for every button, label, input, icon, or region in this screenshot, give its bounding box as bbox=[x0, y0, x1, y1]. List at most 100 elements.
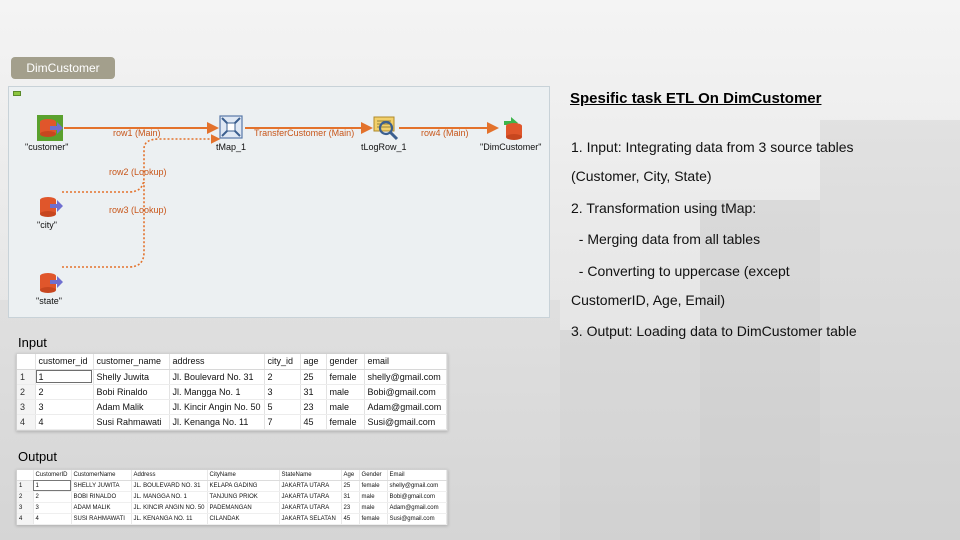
table-cell[interactable]: female bbox=[359, 513, 388, 525]
column-header[interactable]: CityName bbox=[207, 470, 280, 481]
table-cell[interactable]: Susi Rahmawati bbox=[93, 414, 170, 430]
table-cell[interactable]: Bobi Rinaldo bbox=[93, 384, 170, 400]
column-header[interactable]: city_id bbox=[264, 354, 301, 370]
column-header[interactable]: customer_name bbox=[93, 354, 170, 370]
table-cell[interactable]: 3 bbox=[264, 384, 301, 400]
table-cell[interactable]: CILANDAK bbox=[207, 513, 280, 525]
table-cell[interactable]: KELAPA GADING bbox=[207, 480, 280, 492]
table-row[interactable]: 4 4 Susi Rahmawati Jl. Kenanga No. 11 7 … bbox=[17, 414, 448, 430]
table-cell[interactable]: female bbox=[326, 414, 365, 430]
column-header[interactable]: CustomerID bbox=[33, 470, 72, 481]
table-cell[interactable]: 1 bbox=[35, 369, 94, 385]
table-cell[interactable]: Bobi@gmail.com bbox=[364, 384, 448, 400]
table-cell[interactable]: 4 bbox=[35, 414, 94, 430]
table-cell[interactable]: 23 bbox=[300, 399, 327, 415]
table-cell[interactable]: 31 bbox=[341, 491, 360, 503]
input-table[interactable]: customer_id customer_name address city_i… bbox=[16, 353, 448, 431]
table-cell[interactable]: Jl. Mangga No. 1 bbox=[169, 384, 265, 400]
table-row[interactable]: 3 3 Adam Malik Jl. Kincir Angin No. 50 5… bbox=[17, 399, 448, 415]
table-cell[interactable]: SHELLY JUWITA bbox=[71, 480, 132, 492]
table-cell[interactable]: 45 bbox=[300, 414, 327, 430]
table-cell[interactable]: JAKARTA SELATAN bbox=[279, 513, 342, 525]
table-cell[interactable]: TANJUNG PRIOK bbox=[207, 491, 280, 503]
table-cell[interactable]: Adam@gmail.com bbox=[387, 502, 448, 514]
table-row[interactable]: 1 1 SHELLY JUWITA JL. BOULEVARD NO. 31 K… bbox=[17, 480, 448, 492]
table-cell[interactable]: 2 bbox=[35, 384, 94, 400]
table-cell[interactable]: Jl. Boulevard No. 31 bbox=[169, 369, 265, 385]
table-cell[interactable]: JAKARTA UTARA bbox=[279, 480, 342, 492]
table-cell[interactable]: shelly@gmail.com bbox=[364, 369, 448, 385]
table-cell[interactable]: SUSI RAHMAWATI bbox=[71, 513, 132, 525]
table-cell[interactable]: Adam@gmail.com bbox=[364, 399, 448, 415]
table-cell[interactable]: PADEMANGAN bbox=[207, 502, 280, 514]
column-header[interactable]: CustomerName bbox=[71, 470, 132, 481]
table-row[interactable]: 2 2 Bobi Rinaldo Jl. Mangga No. 1 3 31 m… bbox=[17, 384, 448, 400]
table-cell[interactable]: JL. BOULEVARD NO. 31 bbox=[131, 480, 208, 492]
table-cell[interactable]: 1 bbox=[33, 480, 72, 492]
table-cell[interactable]: 7 bbox=[264, 414, 301, 430]
table-row[interactable]: 1 1 Shelly Juwita Jl. Boulevard No. 31 2… bbox=[17, 369, 448, 385]
column-header[interactable]: Address bbox=[131, 470, 208, 481]
table-row[interactable]: 3 3 ADAM MALIK JL. KINCIR ANGIN NO. 50 P… bbox=[17, 502, 448, 514]
column-header[interactable]: age bbox=[300, 354, 327, 370]
link-row2 bbox=[62, 134, 221, 193]
city-input-node[interactable] bbox=[37, 195, 63, 219]
table-cell[interactable]: 3 bbox=[33, 502, 72, 514]
table-cell[interactable]: Jl. Kenanga No. 11 bbox=[169, 414, 265, 430]
state-input-node[interactable] bbox=[37, 271, 63, 295]
table-cell[interactable]: JAKARTA UTARA bbox=[279, 502, 342, 514]
table-cell[interactable]: Susi@gmail.com bbox=[364, 414, 448, 430]
tlogrow-node[interactable] bbox=[373, 115, 399, 141]
row1-label[interactable]: row1 (Main) bbox=[113, 128, 161, 138]
table-cell[interactable]: 2 bbox=[264, 369, 301, 385]
column-header[interactable]: Email bbox=[387, 470, 448, 481]
table-cell[interactable]: Susi@gmail.com bbox=[387, 513, 448, 525]
column-header[interactable]: Gender bbox=[359, 470, 388, 481]
etl-job-canvas[interactable]: "customer" "city" "state" tMap_1 tLogRow… bbox=[8, 86, 550, 318]
table-cell[interactable]: 31 bbox=[300, 384, 327, 400]
table-cell[interactable]: ADAM MALIK bbox=[71, 502, 132, 514]
output-table[interactable]: CustomerID CustomerName Address CityName… bbox=[16, 469, 448, 525]
column-header[interactable]: address bbox=[169, 354, 265, 370]
background-building bbox=[560, 330, 700, 540]
table-cell[interactable]: Bobi@gmail.com bbox=[387, 491, 448, 503]
table-cell[interactable]: 2 bbox=[33, 491, 72, 503]
table-cell[interactable]: male bbox=[326, 399, 365, 415]
table-cell[interactable]: male bbox=[359, 502, 388, 514]
table-row[interactable]: 4 4 SUSI RAHMAWATI JL. KENANGA NO. 11 CI… bbox=[17, 513, 448, 525]
table-cell[interactable]: 5 bbox=[264, 399, 301, 415]
table-row[interactable]: 2 2 BOBI RINALDO JL. MANGGA NO. 1 TANJUN… bbox=[17, 491, 448, 503]
row4-label[interactable]: row4 (Main) bbox=[421, 128, 469, 138]
column-header[interactable]: StateName bbox=[279, 470, 342, 481]
column-header[interactable]: gender bbox=[326, 354, 365, 370]
dimcustomer-output-node[interactable] bbox=[501, 115, 525, 140]
background-building bbox=[700, 200, 820, 540]
table-cell[interactable]: 23 bbox=[341, 502, 360, 514]
table-cell[interactable]: male bbox=[359, 491, 388, 503]
row3-lookup-label[interactable]: row3 (Lookup) bbox=[109, 205, 167, 215]
table-cell[interactable]: 25 bbox=[300, 369, 327, 385]
table-cell[interactable]: JL. MANGGA NO. 1 bbox=[131, 491, 208, 503]
customer-input-node[interactable] bbox=[37, 115, 63, 141]
table-cell[interactable]: Adam Malik bbox=[93, 399, 170, 415]
column-header[interactable]: Age bbox=[341, 470, 360, 481]
column-header[interactable]: email bbox=[364, 354, 448, 370]
table-cell[interactable]: female bbox=[359, 480, 388, 492]
table-cell[interactable]: shelly@gmail.com bbox=[387, 480, 448, 492]
table-cell[interactable]: JL. KENANGA NO. 11 bbox=[131, 513, 208, 525]
table-cell[interactable]: 45 bbox=[341, 513, 360, 525]
row2-lookup-label[interactable]: row2 (Lookup) bbox=[109, 167, 167, 177]
table-cell[interactable]: Jl. Kincir Angin No. 50 bbox=[169, 399, 265, 415]
table-cell[interactable]: 3 bbox=[35, 399, 94, 415]
column-header[interactable]: customer_id bbox=[35, 354, 94, 370]
table-cell[interactable]: 25 bbox=[341, 480, 360, 492]
table-cell[interactable]: JL. KINCIR ANGIN NO. 50 bbox=[131, 502, 208, 514]
table-cell[interactable]: female bbox=[326, 369, 365, 385]
table-cell[interactable]: JAKARTA UTARA bbox=[279, 491, 342, 503]
transfercustomer-label[interactable]: TransferCustomer (Main) bbox=[254, 128, 354, 138]
table-cell[interactable]: 4 bbox=[33, 513, 72, 525]
table-cell[interactable]: male bbox=[326, 384, 365, 400]
table-cell[interactable]: Shelly Juwita bbox=[93, 369, 170, 385]
tmap-node[interactable] bbox=[219, 115, 243, 139]
table-cell[interactable]: BOBI RINALDO bbox=[71, 491, 132, 503]
